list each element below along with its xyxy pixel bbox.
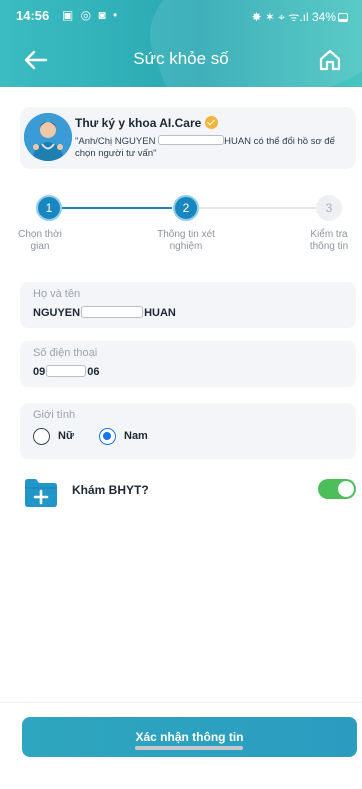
progress-stepper: 1 2 3 Chọn thời gian Thông tin xét nghiệ… [0, 195, 362, 265]
gender-female-radio[interactable] [33, 428, 50, 445]
verified-icon [205, 116, 219, 129]
assistant-card: Thư ký y khoa AI.Care "Anh/Chị NGUYEN HU… [20, 107, 356, 169]
step-2-label: Thông tin xét nghiệm [157, 229, 215, 252]
phone-field[interactable]: Số điện thoại 09 06 [20, 341, 356, 387]
home-indicator[interactable] [135, 746, 243, 750]
phone-value: 09 06 [33, 365, 100, 378]
step-connector-done [60, 207, 172, 209]
assistant-message: "Anh/Chị NGUYEN HUAN có thể đổi hồ sơ để… [75, 135, 355, 160]
system-status-icons: ✸ ✶ ⌖ ᯤ.ıl 34% [251, 8, 348, 25]
step-3-circle[interactable]: 3 [316, 195, 342, 221]
app-header: 14:56 ▣ ◎ ◙ • ✸ ✶ ⌖ ᯤ.ıl 34% Sức khỏe số [0, 0, 362, 87]
gender-label: Giới tính [33, 409, 76, 421]
full-name-value: NGUYEN HUAN [33, 306, 176, 319]
folder-add-icon [25, 479, 57, 507]
redacted-phone-field [46, 365, 87, 377]
bhyt-toggle[interactable] [318, 479, 356, 499]
battery-icon [338, 13, 348, 23]
phone-suffix: 06 [87, 366, 100, 378]
gender-male-radio[interactable] [99, 428, 116, 445]
status-time: 14:56 [16, 8, 50, 23]
page-title: Sức khỏe số [133, 49, 229, 68]
full-name-suffix: HUAN [144, 307, 176, 319]
gender-male-label[interactable]: Nam [124, 430, 148, 442]
assistant-avatar [24, 113, 72, 161]
phone-label: Số điện thoại [33, 347, 98, 359]
home-icon [319, 49, 341, 71]
assistant-name-text: Thư ký y khoa AI.Care [75, 116, 202, 130]
battery-percent: 34% [311, 10, 336, 24]
signal-icons: ✸ ✶ ⌖ ᯤ.ıl [251, 10, 309, 24]
assistant-message-start: "Anh/Chị NGUYEN [75, 136, 159, 147]
step-3-label: Kiểm tra thông tin [309, 229, 349, 252]
nav-bar: Sức khỏe số [0, 40, 362, 80]
redacted-name-field [81, 306, 144, 318]
gender-field: Giới tính Nữ Nam [20, 403, 356, 459]
bhyt-label: Khám BHYT? [72, 483, 149, 497]
gender-female-label[interactable]: Nữ [58, 430, 74, 442]
status-bar: 14:56 ▣ ◎ ◙ • ✸ ✶ ⌖ ᯤ.ıl 34% [0, 0, 362, 32]
confirm-info-button[interactable]: Xác nhận thông tin [22, 717, 357, 757]
footer-bar: Xác nhận thông tin [0, 702, 362, 789]
full-name-field[interactable]: Họ và tên NGUYEN HUAN [20, 282, 356, 328]
redacted-name-box [158, 135, 225, 145]
assistant-name: Thư ký y khoa AI.Care [75, 116, 219, 130]
full-name-label: Họ và tên [33, 288, 81, 300]
full-name-prefix: NGUYEN [33, 307, 81, 319]
doctor-avatar-icon [24, 113, 72, 161]
step-1-circle[interactable]: 1 [36, 195, 62, 221]
home-button[interactable] [316, 46, 344, 74]
notification-icons: ▣ ◎ ◙ • [62, 8, 120, 22]
bhyt-row: Khám BHYT? [20, 474, 356, 510]
step-2-circle[interactable]: 2 [173, 195, 199, 221]
step-connector-pending [198, 207, 316, 209]
phone-prefix: 09 [33, 366, 46, 378]
step-1-label: Chọn thời gian [18, 229, 62, 252]
